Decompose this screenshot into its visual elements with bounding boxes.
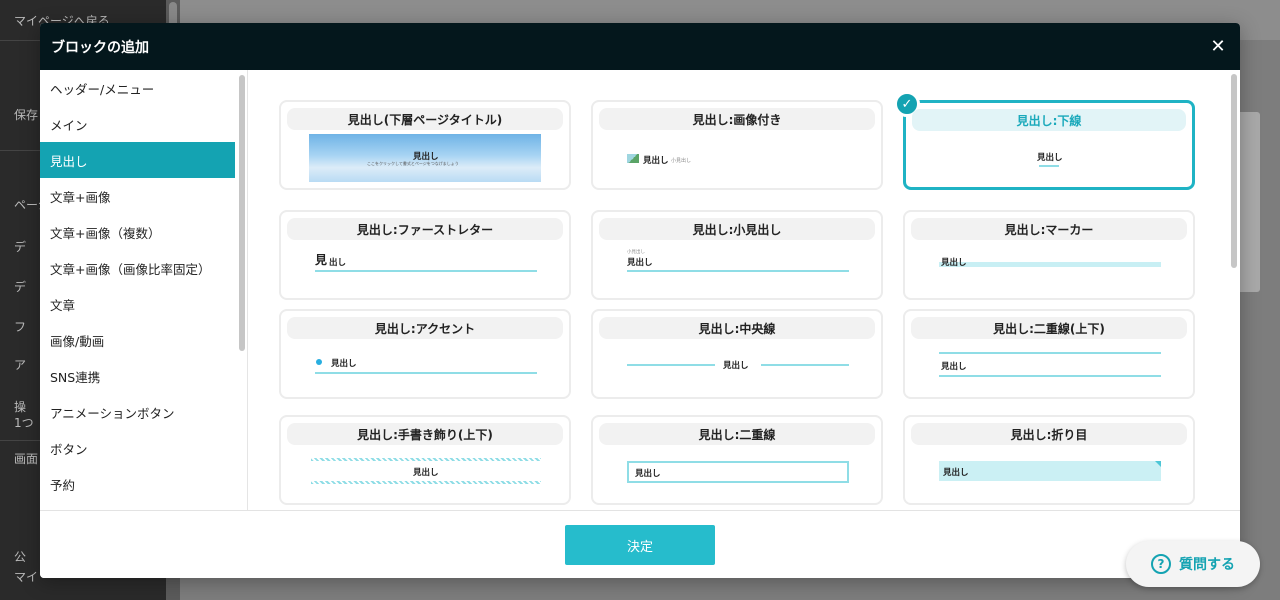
block-card[interactable]: 見出し:二重線(上下) 見出し [903,309,1195,399]
block-card[interactable]: 見出し(下層ページタイトル) 見出し ここをクリックして書式とページをつなげまし… [279,100,571,190]
category-item-text-image-fixed[interactable]: 文章+画像（画像比率固定） [40,250,235,286]
underline-decoration [627,270,849,272]
block-card[interactable]: 見出し:二重線 見出し [591,415,883,505]
block-grid-scrollbar[interactable] [1228,70,1240,510]
category-list: ヘッダー/メニュー メイン 見出し 文章+画像 文章+画像（複数） 文章+画像（… [40,70,248,510]
category-item-animation-button[interactable]: アニメーションボタン [40,394,235,430]
add-block-modal: ブロックの追加 ✕ ヘッダー/メニュー メイン 見出し 文章+画像 文章+画像（… [40,23,1240,578]
category-item-text[interactable]: 文章 [40,286,235,322]
underline-decoration [1039,165,1059,167]
scrollbar-thumb[interactable] [1231,74,1237,268]
category-item-main[interactable]: メイン [40,106,235,142]
preview-heading: 見出し [723,361,749,371]
block-card-label: 見出し:アクセント [287,317,563,339]
block-card[interactable]: 見出し:折り目 見出し [903,415,1195,505]
modal-header: ブロックの追加 ✕ [40,23,1240,70]
category-item-image-video[interactable]: 画像/動画 [40,322,235,358]
preview-heading: 見出し [943,468,969,478]
help-button[interactable]: ? 質問する [1126,541,1260,587]
close-icon[interactable]: ✕ [1206,34,1230,58]
block-grid: 見出し(下層ページタイトル) 見出し ここをクリックして書式とページをつなげまし… [251,70,1240,510]
block-card-label: 見出し(下層ページタイトル) [287,108,563,130]
preview-subtext: ここをクリックして書式とページをつなげましょう [367,161,459,166]
question-icon: ? [1151,554,1171,574]
marker-decoration [939,262,1161,267]
accent-dot-icon [316,359,322,365]
preview-heading: 見出し [1037,153,1063,163]
image-icon [627,154,639,163]
block-card-label: 見出し:手書き飾り(上下) [287,423,563,445]
modal-footer: 決定 [40,510,1240,578]
block-card-label: 見出し:中央線 [599,317,875,339]
fold-corner-icon [1155,461,1161,467]
center-line-right [761,364,849,366]
category-item-header-menu[interactable]: ヘッダー/メニュー [40,70,235,106]
preview-subtext: 小見出し [627,250,645,255]
preview-first-letter: 見 [315,253,328,267]
preview-heading: 見出し [627,258,653,268]
confirm-button[interactable]: 決定 [565,525,715,565]
block-card-label: 見出し:折り目 [911,423,1187,445]
center-line-left [627,364,715,366]
fold-box: 見出し [939,461,1161,481]
block-card-label: 見出し:小見出し [599,218,875,240]
block-card-label: 見出し:二重線(上下) [911,317,1187,339]
preview-heading: 出し [329,258,347,268]
block-card-label: 見出し:下線 [912,109,1186,131]
block-card[interactable]: 見出し:手書き飾り(上下) 見出し [279,415,571,505]
block-card-label: 見出し:ファーストレター [287,218,563,240]
hatched-bottom-decoration [311,481,541,484]
preview-heading: 見出し [413,468,439,478]
category-item-reservation[interactable]: 予約 [40,466,235,502]
block-card-label: 見出し:画像付き [599,108,875,130]
preview-heading: 見出し [941,362,967,372]
sky-image-preview: 見出し ここをクリックして書式とページをつなげましょう [309,134,541,182]
category-item-button[interactable]: ボタン [40,430,235,466]
underline-decoration [315,372,537,374]
category-item-text-image[interactable]: 文章+画像 [40,178,235,214]
block-card[interactable]: 見出し:ファーストレター 見 出し [279,210,571,300]
category-item-text-image-multi[interactable]: 文章+画像（複数） [40,214,235,250]
block-card-label: 見出し:マーカー [911,218,1187,240]
underline-decoration [315,270,537,272]
preview-heading: 見出し [643,156,669,166]
preview-heading: 見出し [941,258,967,268]
bottom-line [939,375,1161,377]
block-card[interactable]: 見出し:画像付き 見出し 小見出し [591,100,883,190]
block-card[interactable]: 見出し:アクセント 見出し [279,309,571,399]
preview-heading: 見出し [331,359,357,369]
help-label: 質問する [1179,557,1235,573]
double-border-box: 見出し [627,461,849,483]
preview-subtext: 小見出し [671,158,692,164]
category-item-heading[interactable]: 見出し [40,142,235,178]
top-line [939,352,1161,354]
block-card-selected[interactable]: ✓ 見出し:下線 見出し [894,91,1195,190]
block-card[interactable]: 見出し:中央線 見出し [591,309,883,399]
block-card[interactable]: 見出し:マーカー 見出し [903,210,1195,300]
block-card-label: 見出し:二重線 [599,423,875,445]
preview-heading: 見出し [635,469,661,479]
category-item-sns[interactable]: SNS連携 [40,358,235,394]
hatched-top-decoration [311,458,541,461]
block-card[interactable]: 見出し:小見出し 小見出し 見出し [591,210,883,300]
modal-title: ブロックの追加 [51,39,149,56]
category-scrollbar[interactable] [239,75,245,351]
